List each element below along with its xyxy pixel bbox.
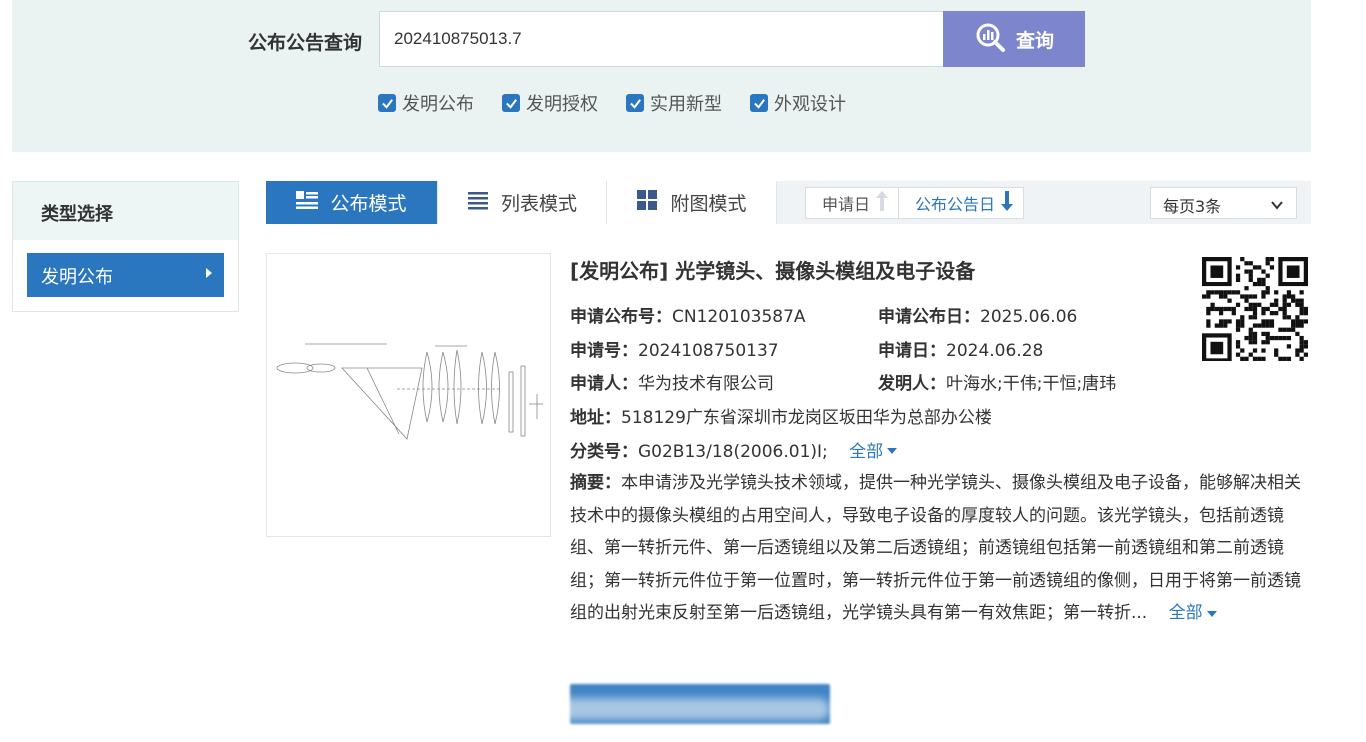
- tab-label: 公布模式: [330, 193, 407, 215]
- tab-list-mode[interactable]: 列表模式: [438, 181, 607, 224]
- sidebar-item-invention-publication[interactable]: 发明公布: [27, 253, 224, 297]
- blurred-action-button[interactable]: [570, 684, 830, 724]
- checkbox-checked-icon[interactable]: [378, 94, 396, 112]
- search-button-label: 查询: [1015, 29, 1054, 52]
- patent-figure-thumbnail[interactable]: [266, 253, 551, 537]
- filter-label: 外观设计: [774, 94, 846, 115]
- grid-icon: [636, 190, 658, 215]
- filter-utility-model[interactable]: 实用新型: [626, 90, 722, 116]
- caret-right-icon: [206, 268, 212, 278]
- sort-controls: 申请日 公布公告日: [805, 187, 1025, 219]
- sort-label: 公布公告日: [915, 195, 996, 214]
- abstract: 摘要：本申请涉及光学镜头技术领域，提供一种光学镜头、摄像头模组及电子设备，能够解…: [570, 467, 1310, 630]
- field-publication-number: 申请公布号：CN120103587A: [570, 307, 806, 327]
- checkbox-checked-icon[interactable]: [750, 94, 768, 112]
- arrow-down-icon: [1001, 191, 1014, 215]
- classification-show-all-link[interactable]: 全部: [849, 437, 898, 462]
- field-application-date: 申请日：2024.06.28: [878, 341, 1044, 361]
- filter-label: 发明公布: [402, 94, 474, 115]
- sort-label: 申请日: [822, 195, 871, 214]
- search-input[interactable]: [379, 11, 944, 67]
- filter-design[interactable]: 外观设计: [750, 90, 846, 116]
- chevron-down-icon: [1270, 197, 1284, 211]
- result-title[interactable]: [发明公布] 光学镜头、摄像头模组及电子设备: [570, 255, 975, 284]
- results-toolbar: 公布模式 列表模式 附图模式 申请日 公布公告日 每页3条: [266, 181, 1311, 224]
- list-icon: [467, 190, 489, 215]
- tab-figure-mode[interactable]: 附图模式: [607, 181, 777, 224]
- checkbox-checked-icon[interactable]: [502, 94, 520, 112]
- arrow-up-icon: [876, 191, 889, 215]
- qr-code: [1202, 257, 1308, 363]
- patent-figure-drawing: [276, 343, 543, 440]
- per-page-value: 每页3条: [1163, 197, 1222, 216]
- search-label: 公布公告查询: [248, 32, 363, 54]
- search-button[interactable]: 查询: [943, 11, 1085, 67]
- type-sidebar: 类型选择 发明公布: [12, 181, 239, 312]
- search-panel: 公布公告查询 查询 发明公布 发明授权 实用新型 外观: [12, 0, 1311, 152]
- field-classification: 分类号：G02B13/18(2006.01)I; 全部: [570, 437, 898, 462]
- search-icon: [974, 21, 1006, 58]
- triangle-down-icon: [1206, 611, 1217, 618]
- field-applicant: 申请人：华为技术有限公司: [570, 374, 774, 394]
- type-filters: 发明公布 发明授权 实用新型 外观设计: [378, 90, 846, 116]
- triangle-down-icon: [887, 447, 898, 454]
- filter-label: 发明授权: [526, 94, 598, 115]
- field-inventor: 发明人：叶海水;干伟;干恒;唐玮: [878, 374, 1117, 394]
- tab-label: 附图模式: [670, 193, 747, 215]
- publish-mode-icon: [296, 190, 319, 215]
- tab-label: 列表模式: [500, 193, 577, 215]
- filter-label: 实用新型: [650, 94, 722, 115]
- sort-by-publication-date[interactable]: 公布公告日: [898, 188, 1023, 218]
- filter-invention-grant[interactable]: 发明授权: [502, 90, 598, 116]
- per-page-select[interactable]: 每页3条: [1150, 187, 1297, 219]
- sort-by-application-date[interactable]: 申请日: [806, 188, 898, 218]
- abstract-show-all-link[interactable]: 全部: [1169, 597, 1217, 630]
- field-application-number: 申请号：2024108750137: [570, 341, 779, 361]
- field-address: 地址：518129广东省深圳市龙岗区坂田华为总部办公楼: [570, 408, 992, 428]
- tab-publish-mode[interactable]: 公布模式: [266, 181, 438, 224]
- checkbox-checked-icon[interactable]: [626, 94, 644, 112]
- filter-invention-publication[interactable]: 发明公布: [378, 90, 474, 116]
- sidebar-item-label: 发明公布: [41, 267, 113, 288]
- field-publication-date: 申请公布日：2025.06.06: [878, 307, 1078, 327]
- sidebar-title: 类型选择: [13, 182, 238, 240]
